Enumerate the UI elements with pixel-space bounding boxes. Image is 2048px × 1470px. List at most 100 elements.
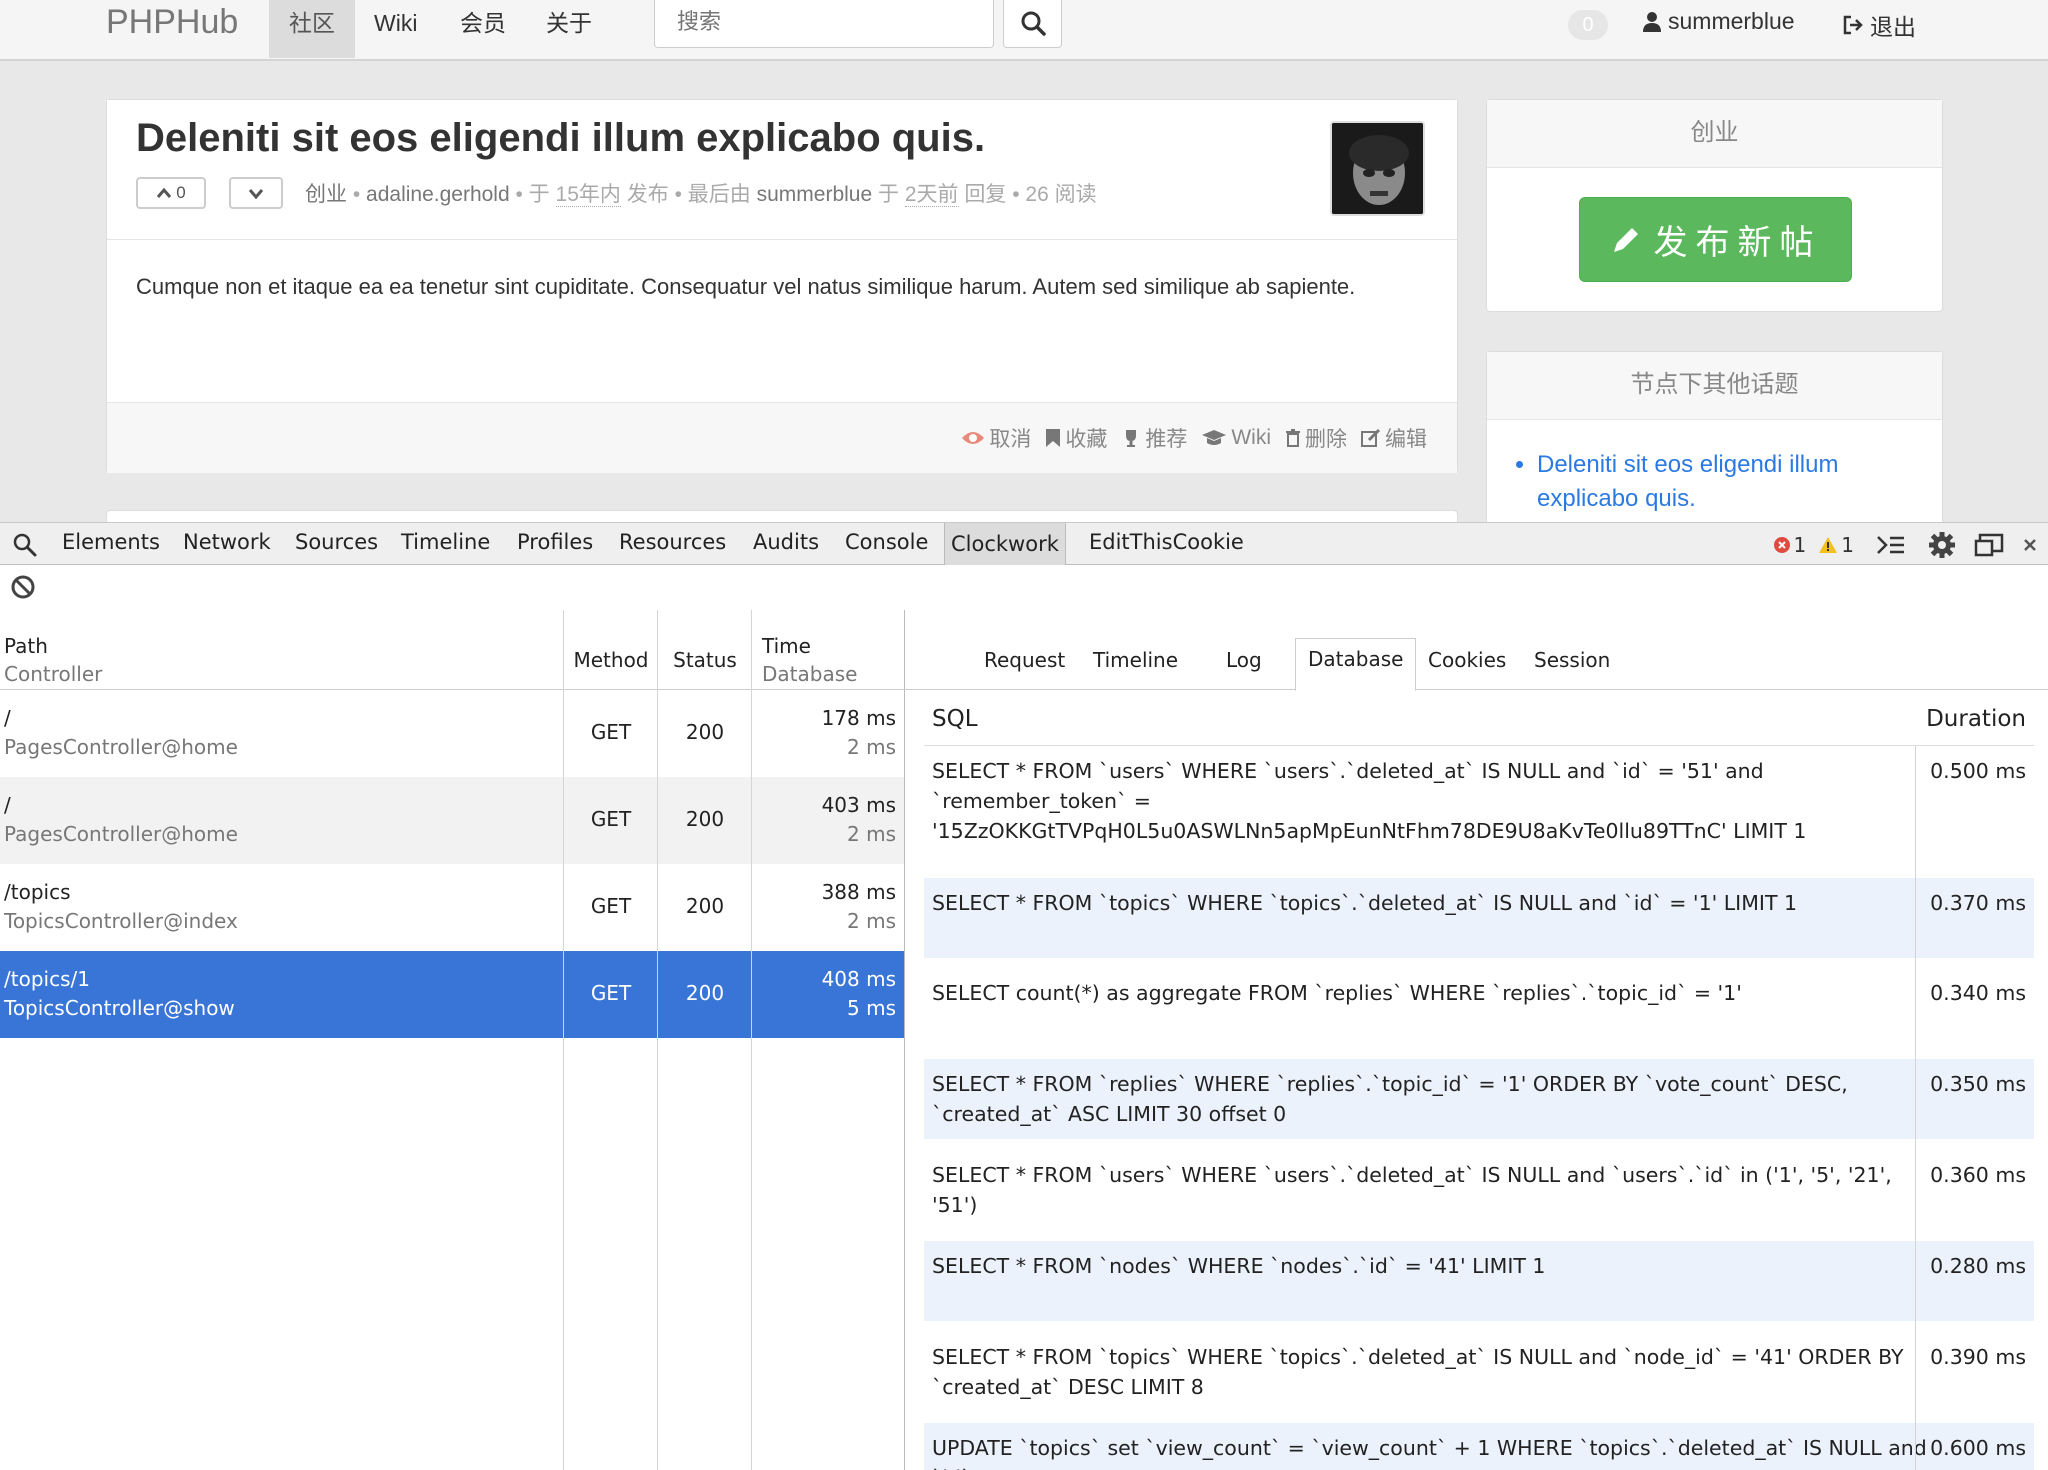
- sql-query-row: SELECT * FROM `users` WHERE `users`.`del…: [924, 746, 2034, 866]
- error-icon: [1773, 536, 1790, 553]
- request-method: GET: [590, 981, 632, 1005]
- sql-query-row: UPDATE `topics` set `view_count` = `view…: [924, 1423, 2034, 1470]
- search-icon[interactable]: [12, 532, 38, 558]
- tab-editthiscookie[interactable]: EditThisCookie: [1089, 530, 1244, 554]
- tab-database[interactable]: Database: [1295, 638, 1417, 691]
- user-menu[interactable]: summerblue: [1642, 8, 1795, 35]
- warning-icon: [1819, 536, 1838, 553]
- notification-badge[interactable]: 0: [1568, 10, 1608, 40]
- tab-network[interactable]: Network: [183, 530, 271, 554]
- favorite-button[interactable]: 收藏: [1045, 423, 1107, 453]
- nav-item-wiki[interactable]: Wiki: [354, 0, 437, 58]
- request-row-selected[interactable]: /topics/1 TopicsController@show GET 200 …: [0, 951, 904, 1038]
- nav-item-members[interactable]: 会员: [440, 0, 526, 58]
- other-topic-link[interactable]: Deleniti sit eos eligendi illum explicab…: [1537, 448, 1917, 516]
- vote-count: 0: [176, 183, 186, 202]
- dock-side-icon[interactable]: [1974, 533, 2004, 557]
- wiki-button[interactable]: Wiki: [1201, 423, 1271, 453]
- topic-actions: 取消 收藏 推荐 Wiki 删除 编辑: [961, 423, 1427, 453]
- request-time: 178 ms: [821, 706, 896, 730]
- request-path: /: [4, 793, 11, 817]
- author-link[interactable]: adaline.gerhold: [366, 183, 510, 206]
- username-label: summerblue: [1668, 8, 1795, 34]
- request-path: /: [4, 706, 11, 730]
- devtools-panel: Elements Network Sources Timeline Profil…: [0, 522, 2048, 1470]
- unfollow-label: 取消: [989, 428, 1032, 451]
- sql-query-row: SELECT * FROM `users` WHERE `users`.`del…: [924, 1150, 2034, 1230]
- new-post-label: 发布新帖: [1653, 224, 1822, 262]
- error-count-value: 1: [1793, 532, 1807, 557]
- header-database: Database: [762, 662, 858, 686]
- new-post-button[interactable]: 发布新帖: [1579, 197, 1852, 282]
- request-status: 200: [685, 894, 725, 918]
- tab-timeline[interactable]: Timeline: [1093, 648, 1178, 672]
- nav-item-about[interactable]: 关于: [526, 0, 612, 58]
- tab-console[interactable]: Console: [845, 530, 928, 554]
- topic-panel: Deleniti sit eos eligendi illum explicab…: [106, 99, 1458, 473]
- settings-gear-icon[interactable]: [1928, 531, 1956, 559]
- node-title: 创业: [1487, 100, 1942, 168]
- sql-query: SELECT count(*) as aggregate FROM `repli…: [932, 981, 1742, 1005]
- sql-query: SELECT * FROM `replies` WHERE `replies`.…: [932, 1072, 1848, 1126]
- tab-timeline[interactable]: Timeline: [401, 530, 490, 554]
- topic-header: Deleniti sit eos eligendi illum explicab…: [107, 100, 1457, 240]
- edit-button[interactable]: 编辑: [1361, 423, 1427, 453]
- sql-query: SELECT * FROM `users` WHERE `users`.`del…: [932, 1163, 1892, 1217]
- topic-title: Deleniti sit eos eligendi illum explicab…: [136, 116, 986, 160]
- tab-request[interactable]: Request: [984, 648, 1065, 672]
- clear-requests-icon[interactable]: [10, 574, 36, 600]
- trophy-icon: [1126, 430, 1137, 447]
- search-box: [654, 0, 994, 48]
- header-time: Time: [762, 634, 811, 658]
- topic-actions-bar: 取消 收藏 推荐 Wiki 删除 编辑: [107, 402, 1457, 473]
- tab-session[interactable]: Session: [1534, 648, 1610, 672]
- tab-cookies[interactable]: Cookies: [1428, 648, 1506, 672]
- reply-prefix: 于: [878, 183, 899, 206]
- tab-clockwork[interactable]: Clockwork: [944, 523, 1066, 565]
- request-path: /topics: [4, 880, 71, 904]
- pencil-icon: [1613, 227, 1638, 252]
- pane-divider[interactable]: [904, 610, 905, 1470]
- search-input[interactable]: [655, 0, 993, 44]
- request-row[interactable]: / PagesController@home GET 200 403 ms 2 …: [0, 777, 904, 864]
- recommend-button[interactable]: 推荐: [1121, 423, 1187, 453]
- delete-button[interactable]: 删除: [1285, 423, 1347, 453]
- reply-time: 2天前: [904, 183, 959, 207]
- author-avatar[interactable]: [1330, 121, 1425, 216]
- logout-link[interactable]: 退出: [1842, 8, 1916, 42]
- tab-log[interactable]: Log: [1226, 648, 1262, 672]
- request-db-time: 2 ms: [847, 909, 896, 933]
- clockwork-detail-tabs: Request Timeline Log Database Cookies Se…: [904, 610, 2048, 691]
- brand-logo[interactable]: PHPHub: [106, 2, 238, 42]
- header-controller: Controller: [4, 662, 103, 686]
- header-method: Method: [573, 648, 649, 672]
- upvote-button[interactable]: 0: [136, 177, 206, 209]
- nav-item-community[interactable]: 社区: [269, 0, 355, 58]
- warning-count[interactable]: 1: [1818, 533, 1854, 557]
- request-row[interactable]: / PagesController@home GET 200 178 ms 2 …: [0, 690, 904, 777]
- tab-audits[interactable]: Audits: [753, 530, 819, 554]
- request-row[interactable]: /topics TopicsController@index GET 200 3…: [0, 864, 904, 951]
- request-path: /topics/1: [4, 967, 90, 991]
- unfollow-button[interactable]: 取消: [961, 423, 1031, 453]
- column-divider: [751, 610, 752, 1470]
- error-count[interactable]: 1: [1773, 532, 1807, 557]
- tab-elements[interactable]: Elements: [62, 530, 160, 554]
- column-divider: [563, 610, 564, 1470]
- delete-label: 删除: [1305, 428, 1347, 451]
- graduation-cap-icon: [1202, 430, 1227, 445]
- node-link[interactable]: 创业: [305, 183, 347, 206]
- sql-query-row: SELECT * FROM `topics` WHERE `topics`.`d…: [924, 1332, 2034, 1412]
- last-replier-link[interactable]: summerblue: [757, 183, 873, 206]
- sql-duration: 0.340 ms: [1930, 981, 2026, 1005]
- tab-resources[interactable]: Resources: [619, 530, 726, 554]
- search-button[interactable]: [1003, 0, 1062, 48]
- sql-query: UPDATE `topics` set `view_count` = `view…: [932, 1436, 1927, 1470]
- search-icon: [1021, 11, 1046, 36]
- console-drawer-icon[interactable]: [1876, 534, 1906, 556]
- tab-sources[interactable]: Sources: [295, 530, 378, 554]
- tab-profiles[interactable]: Profiles: [517, 530, 593, 554]
- close-icon[interactable]: [2022, 537, 2038, 553]
- downvote-button[interactable]: [229, 177, 283, 209]
- header-sql: SQL: [932, 706, 978, 732]
